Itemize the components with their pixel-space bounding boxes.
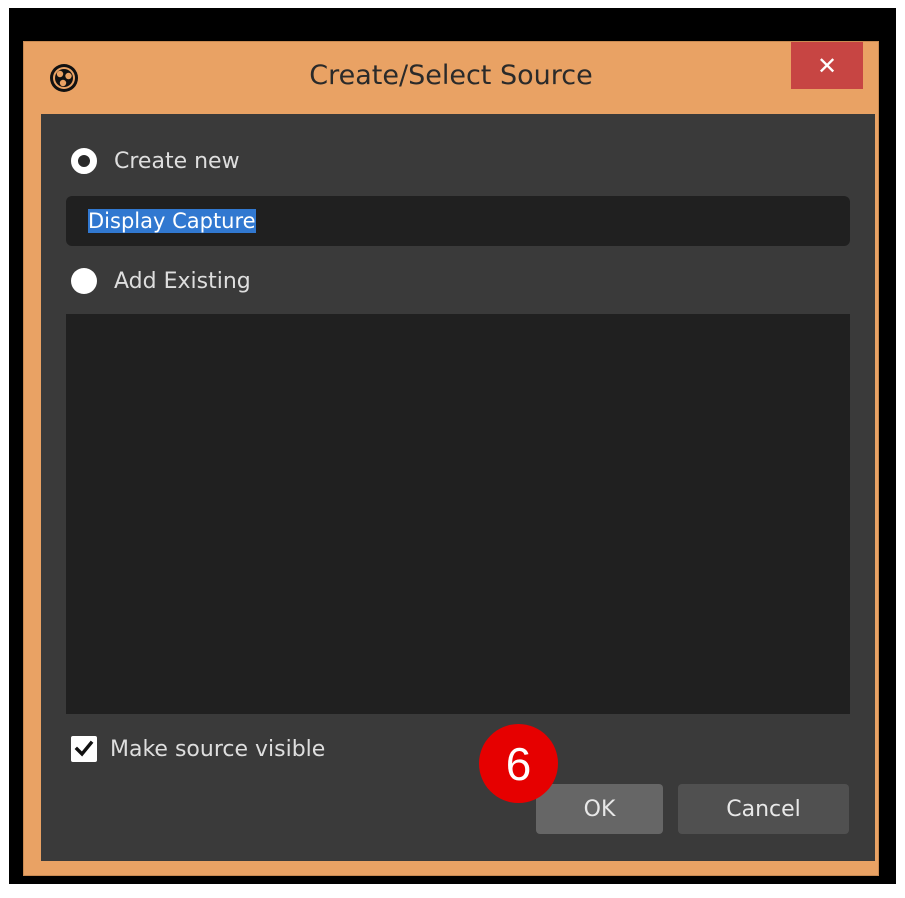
add-existing-label: Add Existing xyxy=(114,268,251,294)
create-select-source-dialog: Create/Select Source ✕ Create new Displa… xyxy=(23,41,879,876)
add-existing-radio[interactable] xyxy=(71,268,97,294)
add-existing-option[interactable]: Add Existing xyxy=(71,268,251,294)
create-new-radio[interactable] xyxy=(71,148,97,174)
create-new-label: Create new xyxy=(114,148,240,174)
title-bar[interactable]: Create/Select Source ✕ xyxy=(24,42,878,114)
dialog-title: Create/Select Source xyxy=(309,60,593,91)
screenshot-backdrop: Create/Select Source ✕ Create new Displa… xyxy=(9,8,896,884)
checkmark-icon xyxy=(74,740,94,757)
source-name-value: Display Capture xyxy=(88,209,256,233)
make-source-visible-checkbox[interactable] xyxy=(71,736,97,762)
dialog-body: Create new Display Capture Add Existing … xyxy=(41,114,875,861)
close-icon: ✕ xyxy=(816,51,838,80)
cancel-button-label: Cancel xyxy=(726,796,801,822)
make-source-visible-label: Make source visible xyxy=(110,736,326,762)
create-new-option[interactable]: Create new xyxy=(71,148,240,174)
cancel-button[interactable]: Cancel xyxy=(678,784,849,834)
ok-button[interactable]: OK xyxy=(536,784,663,834)
existing-sources-list[interactable] xyxy=(66,314,850,714)
ok-button-label: OK xyxy=(583,796,616,822)
step-number-badge: 6 xyxy=(479,724,558,803)
source-name-input[interactable]: Display Capture xyxy=(66,196,850,246)
close-button[interactable]: ✕ xyxy=(791,42,863,89)
make-source-visible-option[interactable]: Make source visible xyxy=(71,736,325,762)
